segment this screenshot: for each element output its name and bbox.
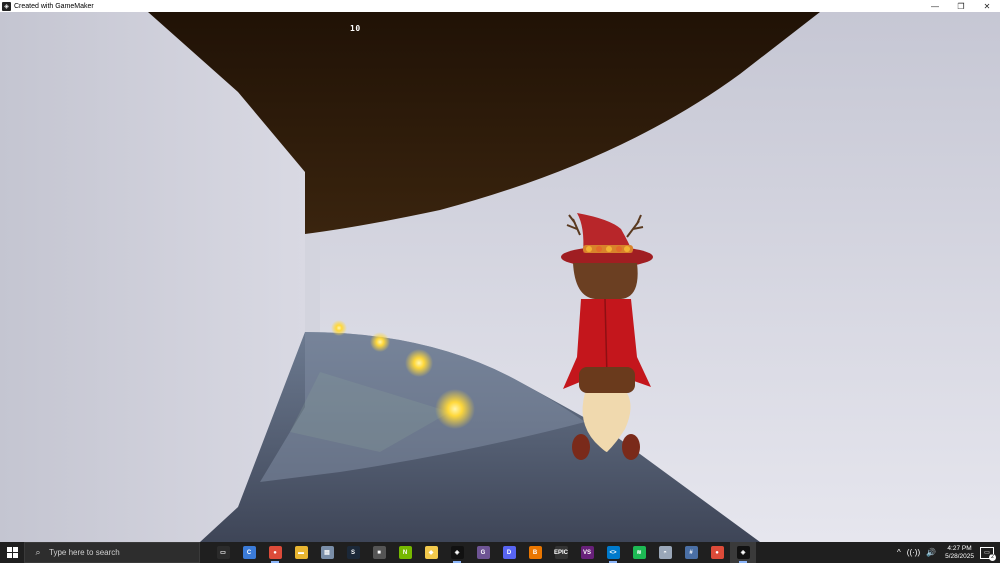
- steam-icon: S: [346, 546, 360, 559]
- taskbar-app-github-desktop[interactable]: G: [470, 542, 496, 563]
- visual-studio-icon: VS: [580, 546, 594, 559]
- orb: [405, 349, 433, 377]
- search-icon: ⌕: [35, 547, 41, 557]
- spotify-icon: ≋: [632, 546, 646, 559]
- windows-logo-icon: [6, 547, 18, 558]
- clock-date: 5/28/2025: [945, 552, 974, 560]
- discord-icon: D: [502, 546, 516, 559]
- taskbar-app-vs-code[interactable]: <>: [600, 542, 626, 563]
- notification-center-icon[interactable]: ▭ 2: [980, 546, 996, 561]
- github-desktop-icon: G: [476, 546, 490, 559]
- taskbar-app-discord[interactable]: D: [496, 542, 522, 563]
- vs-code-icon: <>: [606, 546, 620, 559]
- taskbar-app-steam[interactable]: S: [340, 542, 366, 563]
- gamemaker-runner-icon: ◈: [736, 546, 750, 559]
- taskbar-app-blender[interactable]: B: [522, 542, 548, 563]
- taskbar-app-app-7[interactable]: ■: [366, 542, 392, 563]
- system-tray: ^ ((·)) 🔊 4:27 PM 5/28/2025 ▭ 2: [894, 542, 1000, 563]
- gamemaker-icon: ◈: [450, 546, 464, 559]
- tray-chevron-icon[interactable]: ^: [897, 548, 901, 557]
- network-icon[interactable]: ((·)): [907, 548, 920, 557]
- taskbar-app-chrome-profile[interactable]: ●: [704, 542, 730, 563]
- task-view-icon: ▭: [216, 546, 230, 559]
- taskbar-app-app-5[interactable]: ▤: [314, 542, 340, 563]
- right-antler: [626, 214, 644, 238]
- pinned-apps: ▭ C ● ▬ ▤ S ■ N ◆ ◈ G D B EPIC VS <> ≋ ◓ # ● ◈: [210, 542, 756, 563]
- taskbar-app-nvidia[interactable]: N: [392, 542, 418, 563]
- taskbar-app-chrome[interactable]: ●: [262, 542, 288, 563]
- hair: [573, 263, 638, 299]
- score-counter: 10: [350, 24, 361, 33]
- taskbar-app-epic-games[interactable]: EPIC: [548, 542, 574, 563]
- game-scene: [0, 12, 1000, 542]
- close-button[interactable]: ✕: [974, 0, 1000, 12]
- start-button[interactable]: [0, 542, 24, 563]
- nvidia-icon: N: [398, 546, 412, 559]
- taskbar-search[interactable]: ⌕: [24, 542, 200, 563]
- clock-time: 4:27 PM: [947, 544, 972, 552]
- restore-button[interactable]: ❐: [948, 0, 974, 12]
- window-titlebar: ◈ Created with GameMaker — ❐ ✕: [0, 0, 1000, 12]
- gamemaker-app-icon: ◈: [2, 1, 11, 11]
- left-antler: [566, 214, 581, 236]
- taskbar-app-file-explorer[interactable]: ▬: [288, 542, 314, 563]
- windows-taskbar: ⌕ ▭ C ● ▬ ▤ S ■ N ◆ ◈ GDB EPIC VS <> ≋ ◓ # ● ◈ ^ ((·)) 🔊 4…: [0, 542, 1000, 563]
- copilot-icon: C: [242, 546, 256, 559]
- taskbar-app-spotify[interactable]: ≋: [626, 542, 652, 563]
- witch-character: [561, 213, 653, 460]
- epic-games-icon: EPIC: [554, 546, 568, 559]
- orb: [370, 332, 390, 352]
- taskbar-app-gamemaker-runner[interactable]: ◈: [730, 542, 756, 563]
- shorts: [579, 367, 635, 393]
- taskbar-app-visual-studio[interactable]: VS: [574, 542, 600, 563]
- taskbar-app-copilot[interactable]: C: [236, 542, 262, 563]
- right-boot: [622, 434, 640, 460]
- app-5-icon: ▤: [320, 546, 334, 559]
- orb: [331, 320, 347, 336]
- volume-icon[interactable]: 🔊: [926, 548, 936, 557]
- notification-count: 2: [989, 553, 996, 561]
- taskbar-app-calculator[interactable]: #: [678, 542, 704, 563]
- minimize-button[interactable]: —: [922, 0, 948, 12]
- blender-icon: B: [528, 546, 542, 559]
- app-7-icon: ■: [372, 546, 386, 559]
- search-input[interactable]: [49, 548, 189, 557]
- taskbar-app-app-18[interactable]: ◓: [652, 542, 678, 563]
- chrome-icon: ●: [268, 546, 282, 559]
- file-explorer-icon: ▬: [294, 546, 308, 559]
- app-9-icon: ◆: [424, 546, 438, 559]
- game-viewport[interactable]: 10: [0, 12, 1000, 542]
- taskbar-app-task-view[interactable]: ▭: [210, 542, 236, 563]
- taskbar-app-app-9[interactable]: ◆: [418, 542, 444, 563]
- calculator-icon: #: [684, 546, 698, 559]
- taskbar-app-gamemaker[interactable]: ◈: [444, 542, 470, 563]
- taskbar-clock[interactable]: 4:27 PM 5/28/2025: [945, 545, 974, 561]
- window-title: Created with GameMaker: [14, 2, 94, 10]
- orb: [435, 389, 475, 429]
- left-boot: [572, 434, 590, 460]
- chrome-profile-icon: ●: [710, 546, 724, 559]
- app-18-icon: ◓: [658, 546, 672, 559]
